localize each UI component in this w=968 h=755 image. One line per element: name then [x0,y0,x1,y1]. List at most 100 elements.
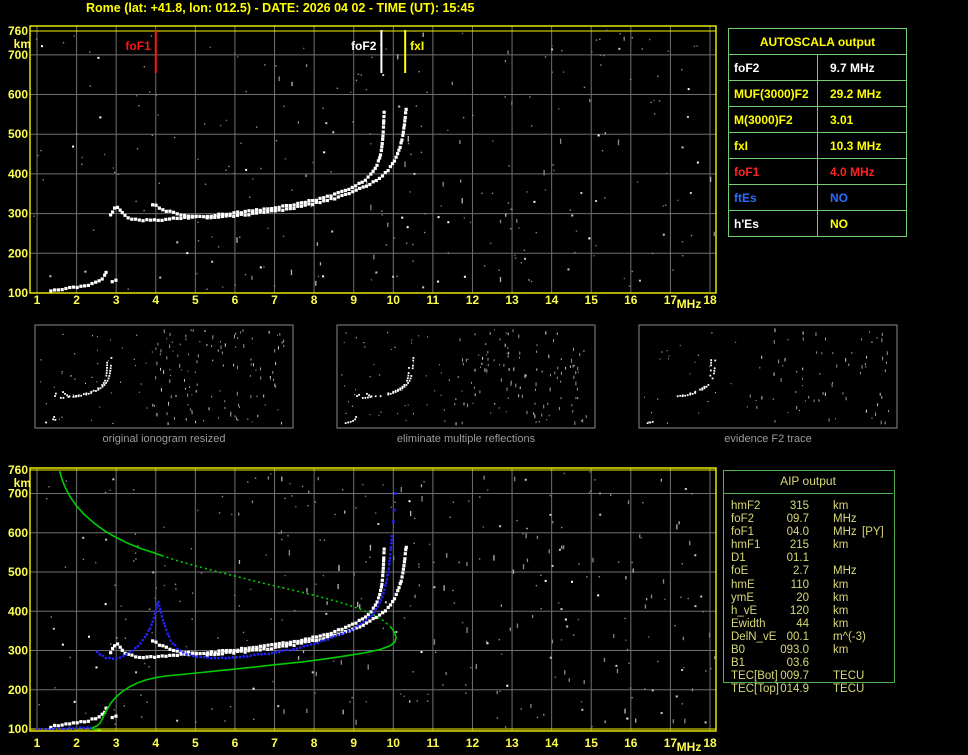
thumbnail-eliminate-reflections [336,324,596,429]
x-tick-label: 13 [505,736,519,750]
x-tick-label: 9 [350,293,357,307]
y-tick-label: 760 [8,24,28,38]
aip-row-value: 00.1 [786,630,809,643]
aip-row: foF1 04.0 MHz [PY] [731,526,961,539]
aip-row-label: hmE [731,578,755,591]
aip-row-value: 09.7 [786,513,809,526]
y-tick-label: 100 [8,286,28,300]
aip-row-unit: km [833,500,849,512]
x-axis-unit: MHz [677,297,702,311]
x-tick-label: 2 [73,736,80,750]
param-name: foF1 [728,158,818,185]
x-tick-label: 15 [585,736,599,750]
param-value: 29.2 MHz [817,80,907,107]
aip-row-value: 03.6 [786,657,809,670]
aip-row-label: foF2 [731,513,755,526]
param-name: M(3000)F2 [728,106,818,133]
param-name: foF2 [728,54,818,81]
x-tick-label: 10 [387,293,401,307]
param-value: 10.3 MHz [817,132,907,159]
x-tick-label: 7 [271,736,278,750]
aip-row-value: 315 [789,500,809,512]
aip-row-unit: km [833,617,849,630]
x-tick-label: 8 [311,736,318,750]
thumb-caption-eliminate: eliminate multiple reflections [396,433,536,445]
y-tick-label: 500 [8,127,28,141]
y-tick-label: 600 [8,88,28,102]
y-axis-unit: km [14,476,31,490]
aip-row-label: Ewidth [731,617,766,630]
aip-row: foE 2.7 MHz [731,565,961,578]
x-axis-unit: MHz [677,740,702,754]
aip-row-label: hmF2 [731,500,761,512]
restored-ionogram-plot: 760700600500400300200100km1 2 3 4 5 6 7 8 9 10 11 1… [8,463,717,754]
x-tick-label: 14 [545,293,559,307]
marker-label-fxI: fxI [410,39,424,53]
x-tick-label: 11 [427,293,440,307]
x-tick-label: 2 [73,293,80,307]
marker-label-foF2: foF2 [351,39,377,53]
aip-row: hmF1 215 km [731,539,961,552]
aip-row: foF2 09.7 MHz [731,513,961,526]
x-tick-label: 4 [152,293,159,307]
aip-row-unit: km [833,644,849,657]
aip-row-value: 110 [790,578,809,591]
x-tick-label: 11 [427,736,440,750]
table-row: MUF(3000)F2 29.2 MHz [728,80,907,107]
y-tick-label: 500 [8,565,28,579]
thumb-caption-original: original ionogram resized [102,433,226,445]
marker-label-foF1: foF1 [125,39,151,53]
x-tick-label: 3 [113,293,120,307]
aip-row: Ewidth 44 km [731,618,961,631]
aip-header-divider [723,493,893,494]
param-name: fxI [728,132,818,159]
x-tick-label: 6 [232,736,239,750]
thumbnail-original-ionogram [34,324,294,429]
aip-row-unit: km [833,539,849,552]
x-tick-label: 14 [545,736,559,750]
top-ionogram-plot: foF1 foF2 fxI760700600500400300200100km1 2 3… [8,24,717,311]
y-tick-label: 600 [8,526,28,540]
x-tick-label: 7 [271,293,278,307]
x-tick-label: 1 [34,736,41,750]
table-row: foF1 4.0 MHz [728,158,907,185]
aip-row-label: B0 [731,644,746,657]
aip-row-unit: MHz [833,526,857,539]
aip-row: TEC[Bot] 009.7 TECU [731,670,961,683]
aip-row: B1 03.6 [731,657,961,670]
aip-row-unit: km [833,604,849,617]
aip-row-unit: TECU [833,683,865,696]
x-tick-label: 5 [192,736,199,750]
x-tick-label: 3 [113,736,120,750]
x-tick-label: 18 [703,736,717,750]
y-tick-label: 100 [8,722,28,736]
aip-row-value: 014.9 [780,683,809,696]
param-value: 3.01 [817,106,907,133]
x-tick-label: 18 [703,293,717,307]
aip-row: h_vE 120 km [731,605,961,618]
autoscala-screen: Rome (lat: +41.8, lon: 012.5) - DATE: 20… [0,0,968,755]
aip-output-list: hmF2 315 km foF2 09.7 MHz foF1 04.0 MHz [PY] hmF1 2… [731,500,961,696]
aip-row-label: foF1 [731,526,755,539]
aip-row-value: 120 [789,604,809,617]
param-name: MUF(3000)F2 [728,80,818,107]
aip-row-label: foE [731,565,749,578]
aip-row-value: 215 [789,539,809,552]
aip-row: hmF2 315 km [731,500,961,513]
aip-row-unit: km [833,578,849,591]
param-value: 4.0 MHz [817,158,907,185]
y-tick-label: 400 [8,604,28,618]
autoscala-output-table: AUTOSCALA output foF2 9.7 MHz MUF(3000)F… [728,28,907,237]
y-axis-unit: km [14,37,31,51]
y-tick-label: 300 [8,207,28,221]
aip-row-value: 04.0 [786,526,809,539]
table-row: M(3000)F2 3.01 [728,106,907,133]
x-tick-label: 12 [466,293,480,307]
aip-row: ymE 20 km [731,592,961,605]
aip-row-value: 20 [796,591,809,604]
aip-row-value: 44 [796,617,809,630]
x-tick-label: 1 [34,293,41,307]
x-tick-label: 17 [664,293,678,307]
aip-row-label: hmF1 [731,539,761,552]
table-row: ftEs NO [728,184,907,211]
